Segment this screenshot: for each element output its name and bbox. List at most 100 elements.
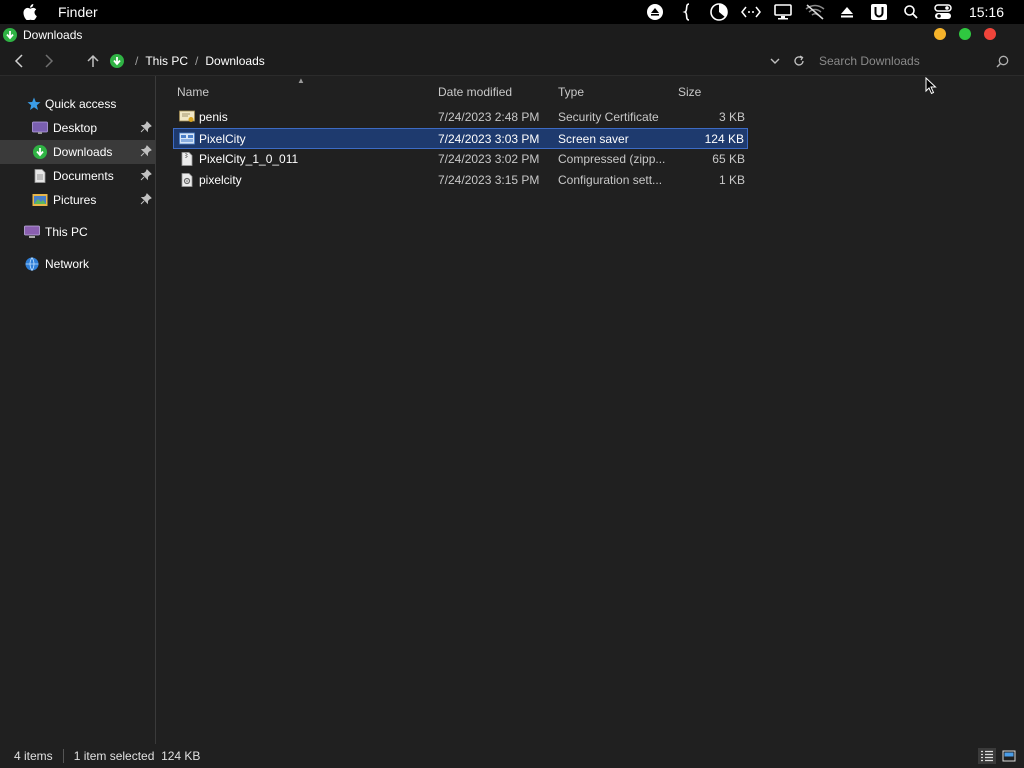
sidebar-item-pictures[interactable]: Pictures [0,188,156,212]
file-type: Security Certificate [558,109,659,124]
sidebar-item-label: Desktop [53,121,98,135]
column-header-date[interactable]: Date modified [438,80,512,104]
status-bar: 4 items 1 item selected 124 KB [0,744,1024,768]
file-name: pixelcity [199,172,242,187]
pin-icon[interactable] [140,169,152,181]
control-center-icon[interactable] [931,0,955,24]
certificate-icon [179,109,195,125]
selection-info: 1 item selected 124 KB [73,749,201,763]
view-switcher [978,748,1018,764]
sort-indicator-icon: ▲ [297,76,305,85]
window-controls [934,28,996,40]
details-view-icon[interactable] [978,748,996,764]
eject-circle-icon[interactable] [643,0,667,24]
status-tray: 15:16 [639,0,1024,24]
file-row[interactable]: pixelcity 7/24/2023 3:15 PM Configuratio… [173,170,748,191]
tiles-view-icon[interactable] [1000,748,1018,764]
file-name-cell: PixelCity_1_0_011 [179,149,298,168]
column-header-name[interactable]: Name [177,80,209,104]
back-button[interactable] [8,50,30,72]
breadcrumb-separator: / [135,53,139,68]
file-size: 3 KB [718,109,745,124]
clock[interactable]: 15:16 [969,4,1004,20]
download-icon [32,144,48,160]
sidebar-item-desktop[interactable]: Desktop [0,116,156,140]
up-button[interactable] [82,50,104,72]
close-button[interactable] [984,28,996,40]
script-icon[interactable] [675,0,699,24]
spotlight-search-icon[interactable] [899,0,923,24]
file-type: Screen saver [558,131,629,146]
window-title: Downloads [23,28,83,42]
code-arrows-icon[interactable] [739,0,763,24]
menu-bar: Finder 15:16 [0,0,1024,24]
column-header-type[interactable]: Type [558,80,584,104]
status-divider [62,749,64,763]
file-list: ▲ Name Date modified Type Size penis 7/2… [157,76,1024,744]
file-row-selected[interactable]: PixelCity 7/24/2023 3:03 PM Screen saver… [173,128,748,149]
sidebar-item-downloads[interactable]: Downloads [0,140,156,164]
download-folder-icon [3,28,17,42]
address-bar: / This PC / Downloads Search Downloads [0,46,1024,76]
file-row[interactable]: penis 7/24/2023 2:48 PM Security Certifi… [173,107,748,128]
search-box[interactable]: Search Downloads [810,48,1010,74]
apple-icon[interactable] [20,2,40,22]
sidebar-item-documents[interactable]: Documents [0,164,156,188]
sidebar-item-label: Documents [53,169,114,183]
sidebar-item-label: Pictures [53,193,97,207]
sidebar-item-label: Quick access [45,97,117,111]
file-name: PixelCity [199,131,246,146]
file-date: 7/24/2023 2:48 PM [438,109,540,124]
pin-icon[interactable] [140,145,152,157]
breadcrumb-downloads[interactable]: Downloads [205,54,264,68]
document-icon [32,168,48,184]
sidebar-item-network[interactable]: Network [0,252,156,276]
u-app-icon[interactable] [867,0,891,24]
pin-icon[interactable] [140,121,152,133]
file-type: Configuration sett... [558,172,663,187]
breadcrumb-separator: / [195,53,199,68]
item-count: 4 items [14,749,53,763]
computer-icon [24,224,40,240]
maximize-button[interactable] [959,28,971,40]
sidebar-item-label: This PC [45,225,88,239]
pin-icon[interactable] [140,193,152,205]
column-header-size[interactable]: Size [678,80,701,104]
pictures-icon [32,192,48,208]
search-input[interactable]: Search Downloads [819,54,994,68]
eject-icon[interactable] [835,0,859,24]
wifi-off-icon[interactable] [803,0,827,24]
address-tools [764,50,810,72]
forward-button[interactable] [38,50,60,72]
file-size: 1 KB [718,172,745,187]
file-size: 65 KB [712,151,745,166]
file-name: PixelCity_1_0_011 [199,151,299,166]
star-icon [26,96,42,112]
refresh-icon[interactable] [788,50,810,72]
chevron-down-icon[interactable] [764,50,786,72]
pie-chart-icon[interactable] [707,0,731,24]
desktop-folder-icon [32,120,48,136]
screensaver-icon [179,131,195,147]
window-title-bar: Downloads [0,24,1024,46]
display-icon[interactable] [771,0,795,24]
sidebar-item-label: Network [45,257,90,271]
zip-icon [179,151,195,167]
mouse-cursor-icon [925,76,937,95]
app-menu-finder[interactable]: Finder [58,4,98,20]
file-date: 7/24/2023 3:02 PM [438,151,540,166]
sidebar-item-quick-access[interactable]: Quick access [0,92,156,116]
file-date: 7/24/2023 3:03 PM [438,131,540,146]
file-date: 7/24/2023 3:15 PM [438,172,540,187]
file-size: 124 KB [704,131,744,146]
sidebar-item-this-pc[interactable]: This PC [0,220,156,244]
minimize-button[interactable] [934,28,946,40]
download-location-icon [106,50,128,72]
config-file-icon [179,172,195,188]
sidebar-item-label: Downloads [53,145,113,159]
file-type: Compressed (zipp... [558,151,666,166]
file-name-cell: penis [179,107,228,126]
search-icon[interactable] [994,53,1010,69]
breadcrumb-this-pc[interactable]: This PC [145,54,188,68]
file-row[interactable]: PixelCity_1_0_011 7/24/2023 3:02 PM Comp… [173,149,748,170]
